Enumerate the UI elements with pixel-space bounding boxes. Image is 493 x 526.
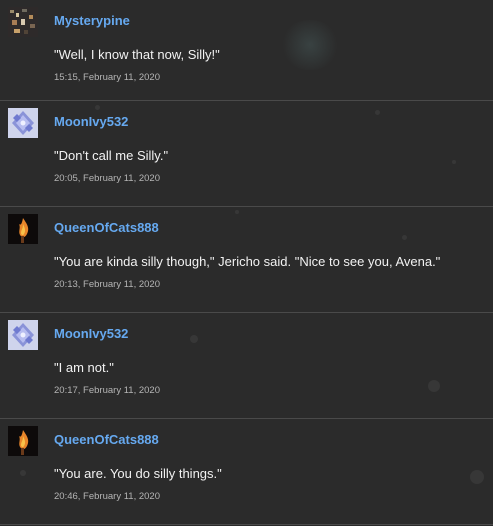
comment-text: "Well, I know that now, Silly!" bbox=[54, 47, 220, 62]
comment-feed: Mysterypine "Well, I know that now, Sill… bbox=[0, 0, 493, 525]
moonivy-avatar[interactable] bbox=[8, 108, 38, 138]
username-link[interactable]: MoonIvy532 bbox=[54, 326, 128, 341]
username-link[interactable]: MoonIvy532 bbox=[54, 114, 128, 129]
mysterypine-avatar[interactable] bbox=[8, 7, 38, 37]
username-link[interactable]: Mysterypine bbox=[54, 13, 130, 28]
moonivy-avatar[interactable] bbox=[8, 320, 38, 350]
timestamp: 20:17, February 11, 2020 bbox=[54, 385, 160, 396]
timestamp: 15:15, February 11, 2020 bbox=[54, 72, 160, 83]
comment-post: MoonIvy532 "Don't call me Silly." 20:05,… bbox=[0, 101, 493, 207]
comment-text: "You are kinda silly though," Jericho sa… bbox=[54, 254, 441, 269]
username-link[interactable]: QueenOfCats888 bbox=[54, 220, 159, 235]
comment-text: "Don't call me Silly." bbox=[54, 148, 169, 163]
timestamp: 20:46, February 11, 2020 bbox=[54, 491, 160, 502]
username-link[interactable]: QueenOfCats888 bbox=[54, 432, 159, 447]
comment-post: QueenOfCats888 "You are. You do silly th… bbox=[0, 419, 493, 525]
timestamp: 20:05, February 11, 2020 bbox=[54, 173, 160, 184]
comment-post: MoonIvy532 "I am not." 20:17, February 1… bbox=[0, 313, 493, 419]
comment-post: QueenOfCats888 "You are kinda silly thou… bbox=[0, 207, 493, 313]
queenofcats-avatar[interactable] bbox=[8, 426, 38, 456]
timestamp: 20:13, February 11, 2020 bbox=[54, 279, 160, 290]
comment-text: "I am not." bbox=[54, 360, 114, 375]
queenofcats-avatar[interactable] bbox=[8, 214, 38, 244]
comment-text: "You are. You do silly things." bbox=[54, 466, 222, 481]
comment-post: Mysterypine "Well, I know that now, Sill… bbox=[0, 0, 493, 101]
